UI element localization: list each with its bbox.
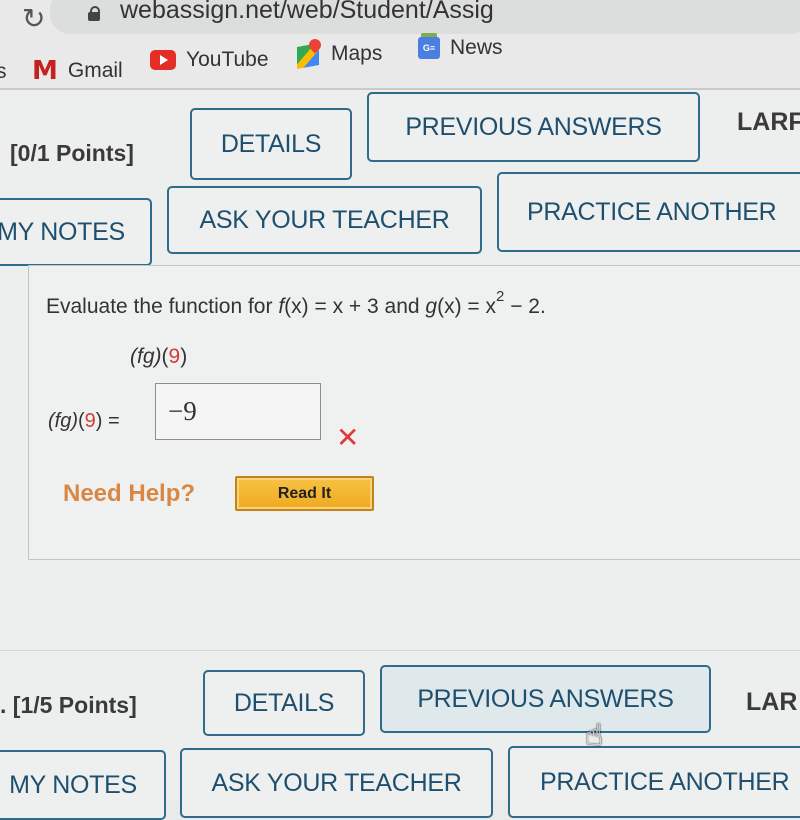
prompt-g-def: (x) = x — [437, 295, 497, 318]
answer-input[interactable]: −9 — [155, 383, 321, 440]
prompt-lead: Evaluate the function for — [46, 295, 279, 318]
bookmark-gmail[interactable]: M Gmail — [32, 56, 123, 86]
question2-details-button[interactable]: DETAILS — [203, 670, 365, 736]
bookmark-partial-label[interactable]: s — [0, 60, 7, 84]
expression-paren: ( — [161, 345, 169, 368]
question2-source-label: LAR — [746, 688, 798, 716]
question1-my-notes-button[interactable]: MY NOTES — [0, 198, 152, 266]
bookmark-label: News — [450, 36, 503, 59]
question1-points: [0/1 Points] — [10, 140, 134, 166]
read-it-button[interactable]: Read It — [235, 476, 374, 511]
answer-label-paren: ( — [78, 410, 85, 432]
bookmarks-bar: s M Gmail YouTube Maps G≡ News — [0, 33, 800, 86]
maps-icon — [297, 36, 324, 69]
bookmark-label: Gmail — [67, 59, 123, 82]
prompt-exponent: 2 — [496, 288, 505, 305]
question1-previous-answers-button[interactable]: PREVIOUS ANSWERS — [367, 92, 700, 162]
prompt-f-def: (x) = x + 3 and — [284, 295, 426, 318]
incorrect-icon: ✕ — [336, 422, 360, 453]
bookmark-news[interactable]: G≡ News — [418, 33, 503, 60]
bookmark-maps[interactable]: Maps — [297, 36, 383, 69]
browser-chrome: ↻ webassign.net/web/Student/Assig s M Gm… — [0, 0, 800, 95]
question1-practice-another-button[interactable]: PRACTICE ANOTHER — [497, 172, 800, 252]
answer-label-equals: ) = — [95, 410, 120, 432]
gmail-icon: M — [32, 56, 58, 86]
answer-label-arg: 9 — [84, 410, 96, 432]
question1-ask-teacher-button[interactable]: ASK YOUR TEACHER — [167, 186, 482, 254]
news-icon: G≡ — [418, 33, 440, 59]
expression: (fg)(9) — [130, 345, 187, 369]
url-text[interactable]: webassign.net/web/Student/Assig — [120, 0, 494, 25]
question2-previous-answers-button[interactable]: PREVIOUS ANSWERS — [380, 665, 711, 733]
question2-my-notes-button[interactable]: MY NOTES — [0, 750, 166, 820]
lock-icon — [88, 6, 100, 21]
expression-paren: ) — [180, 345, 188, 368]
answer-label: (fg)(9) = — [48, 410, 120, 433]
question1-details-button[interactable]: DETAILS — [190, 108, 352, 180]
bookmark-label: YouTube — [186, 48, 269, 71]
question2-ask-teacher-button[interactable]: ASK YOUR TEACHER — [180, 748, 493, 818]
question2-points: . [1/5 Points] — [0, 692, 137, 718]
prompt-g: g — [425, 295, 438, 318]
expression-arg: 9 — [168, 345, 181, 368]
bookmark-youtube[interactable]: YouTube — [150, 48, 269, 72]
answer-label-func: (fg) — [48, 410, 78, 432]
reload-icon[interactable]: ↻ — [22, 2, 45, 35]
prompt-tail: − 2. — [504, 295, 546, 318]
question-divider — [0, 650, 800, 651]
expression-func: (fg) — [130, 345, 162, 368]
need-help-label: Need Help? — [63, 480, 196, 507]
question2-practice-another-button[interactable]: PRACTICE ANOTHER — [508, 746, 800, 818]
youtube-icon — [150, 50, 176, 70]
hand-cursor-icon: ☝ — [585, 719, 604, 752]
question1-source-label: LARF — [737, 108, 800, 136]
question-prompt: Evaluate the function for f(x) = x + 3 a… — [46, 288, 546, 319]
bookmark-label: Maps — [331, 42, 383, 65]
